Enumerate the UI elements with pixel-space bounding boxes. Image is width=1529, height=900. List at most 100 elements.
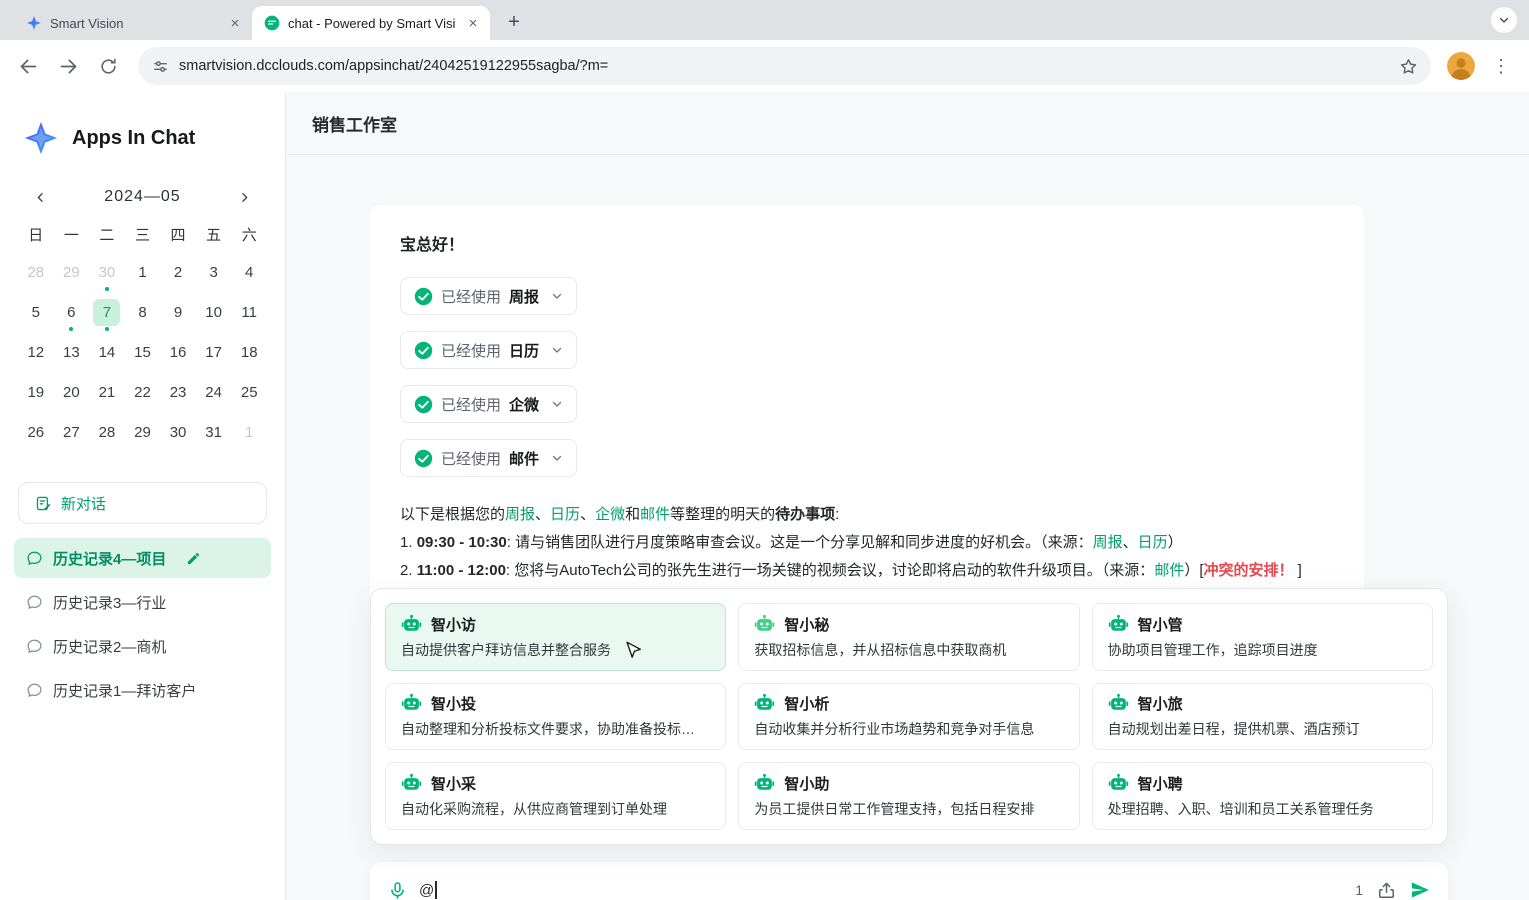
calendar-day[interactable]: 21 [89, 372, 125, 412]
forward-button[interactable] [50, 48, 86, 84]
calendar-day-number: 1 [129, 259, 156, 286]
calendar-day[interactable]: 17 [196, 332, 232, 372]
address-bar[interactable]: smartvision.dcclouds.com/appsinchat/2404… [138, 47, 1431, 85]
used-tool-pill[interactable]: 已经使用邮件 [400, 439, 577, 477]
agent-card[interactable]: 智小秘获取招标信息，并从招标信息中获取商机 [738, 603, 1079, 671]
calendar-day[interactable]: 30 [89, 252, 125, 292]
used-tool-pill[interactable]: 已经使用企微 [400, 385, 577, 423]
history-item[interactable]: 历史记录2—商机 [14, 626, 271, 666]
message-input[interactable]: @ 1 [370, 862, 1448, 900]
agent-name-row: 智小助 [754, 773, 1063, 794]
source-link[interactable]: 日历 [550, 506, 580, 523]
agent-card[interactable]: 智小聘处理招聘、入职、培训和员工关系管理任务 [1092, 762, 1433, 830]
agent-card[interactable]: 智小采自动化采购流程，从供应商管理到订单处理 [385, 762, 726, 830]
calendar-day[interactable]: 15 [125, 332, 161, 372]
calendar-day[interactable]: 31 [196, 412, 232, 452]
calendar-next-icon[interactable] [233, 185, 257, 209]
send-icon[interactable] [1410, 880, 1430, 900]
back-button[interactable] [10, 48, 46, 84]
tab-search-button[interactable] [1491, 7, 1517, 33]
tab-chat[interactable]: chat - Powered by Smart Visi × [252, 6, 490, 40]
agent-card[interactable]: 智小旅自动规划出差日程，提供机票、酒店预订 [1092, 683, 1433, 751]
used-tool-pill[interactable]: 已经使用周报 [400, 277, 577, 315]
calendar-day[interactable]: 20 [54, 372, 90, 412]
calendar-day[interactable]: 22 [125, 372, 161, 412]
calendar-day[interactable]: 29 [125, 412, 161, 452]
calendar-day[interactable]: 5 [18, 292, 54, 332]
browser-menu-button[interactable]: ⋮ [1483, 48, 1519, 84]
calendar-day[interactable]: 16 [160, 332, 196, 372]
text-segment: : 您将与AutoTech公司的张先生进行一场关键的视频会议，讨论即将启动的软件… [506, 562, 1154, 579]
calendar-day[interactable]: 3 [196, 252, 232, 292]
calendar-day[interactable]: 11 [231, 292, 267, 332]
calendar-day[interactable]: 30 [160, 412, 196, 452]
agent-card[interactable]: 智小投自动整理和分析投标文件要求，协助准备投标… [385, 683, 726, 751]
agent-card[interactable]: 智小助为员工提供日常工作管理支持，包括日程安排 [738, 762, 1079, 830]
source-link[interactable]: 日历 [1138, 534, 1168, 551]
history-item[interactable]: 历史记录3—行业 [14, 582, 271, 622]
calendar-day-number: 5 [22, 299, 49, 326]
calendar-day[interactable]: 28 [18, 252, 54, 292]
profile-avatar[interactable] [1443, 48, 1479, 84]
agent-name: 智小投 [431, 693, 476, 714]
close-tab-icon[interactable]: × [464, 14, 482, 32]
calendar-day[interactable]: 27 [54, 412, 90, 452]
calendar-day-number: 19 [22, 379, 49, 406]
calendar-day[interactable]: 26 [18, 412, 54, 452]
text-segment: 和 [625, 506, 640, 523]
export-icon[interactable] [1377, 881, 1396, 900]
calendar-day[interactable]: 1 [125, 252, 161, 292]
calendar-day-number: 13 [58, 339, 85, 366]
source-link[interactable]: 周报 [1093, 534, 1123, 551]
agent-description: 处理招聘、入职、培训和员工关系管理任务 [1108, 799, 1417, 819]
calendar-day[interactable]: 12 [18, 332, 54, 372]
calendar-day[interactable]: 25 [231, 372, 267, 412]
todo-item: 2. 11:00 - 12:00: 您将与AutoTech公司的张先生进行一场关… [400, 557, 1334, 585]
source-link[interactable]: 周报 [505, 506, 535, 523]
agent-card[interactable]: 智小析自动收集并分析行业市场趋势和竞争对手信息 [738, 683, 1079, 751]
calendar-day-number: 8 [129, 299, 156, 326]
calendar-day[interactable]: 9 [160, 292, 196, 332]
used-tool-pill[interactable]: 已经使用日历 [400, 331, 577, 369]
calendar-day-number: 26 [22, 419, 49, 446]
close-tab-icon[interactable]: × [226, 14, 244, 32]
calendar-day[interactable]: 19 [18, 372, 54, 412]
site-info-icon[interactable] [152, 58, 169, 75]
agent-description: 获取招标信息，并从招标信息中获取商机 [754, 640, 1063, 660]
calendar-prev-icon[interactable] [28, 185, 52, 209]
calendar-day[interactable]: 6 [54, 292, 90, 332]
calendar-day-number: 24 [200, 379, 227, 406]
calendar-day[interactable]: 1 [231, 412, 267, 452]
calendar-day[interactable]: 18 [231, 332, 267, 372]
calendar-day[interactable]: 4 [231, 252, 267, 292]
bookmark-star-icon[interactable] [1393, 51, 1423, 81]
text-segment: 09:30 - 10:30 [417, 534, 507, 551]
pill-prefix: 已经使用 [441, 286, 501, 307]
agent-card[interactable]: 智小访自动提供客户拜访信息并整合服务 [385, 603, 726, 671]
new-chat-button[interactable]: 新对话 [18, 482, 267, 524]
new-tab-button[interactable]: + [500, 8, 528, 36]
calendar-day[interactable]: 24 [196, 372, 232, 412]
calendar-day[interactable]: 2 [160, 252, 196, 292]
calendar-day[interactable]: 10 [196, 292, 232, 332]
history-item[interactable]: 历史记录4—项目 [14, 538, 271, 578]
reload-button[interactable] [90, 48, 126, 84]
calendar-day[interactable]: 8 [125, 292, 161, 332]
calendar-day[interactable]: 13 [54, 332, 90, 372]
calendar-weekday: 三 [125, 220, 161, 252]
calendar-day[interactable]: 23 [160, 372, 196, 412]
calendar-day[interactable]: 7 [89, 292, 125, 332]
calendar-day[interactable]: 29 [54, 252, 90, 292]
history-item[interactable]: 历史记录1—拜访客户 [14, 670, 271, 710]
calendar-day[interactable]: 14 [89, 332, 125, 372]
calendar-day[interactable]: 28 [89, 412, 125, 452]
source-link[interactable]: 邮件 [1154, 562, 1184, 579]
agent-name-row: 智小秘 [754, 614, 1063, 635]
tab-smart-vision[interactable]: Smart Vision × [14, 6, 252, 40]
agent-card[interactable]: 智小管协助项目管理工作，追踪项目进度 [1092, 603, 1433, 671]
edit-icon[interactable] [186, 551, 201, 566]
microphone-icon[interactable] [388, 881, 407, 900]
source-link[interactable]: 邮件 [640, 506, 670, 523]
source-link[interactable]: 企微 [595, 506, 625, 523]
text-segment: 待办事项 [775, 506, 835, 523]
